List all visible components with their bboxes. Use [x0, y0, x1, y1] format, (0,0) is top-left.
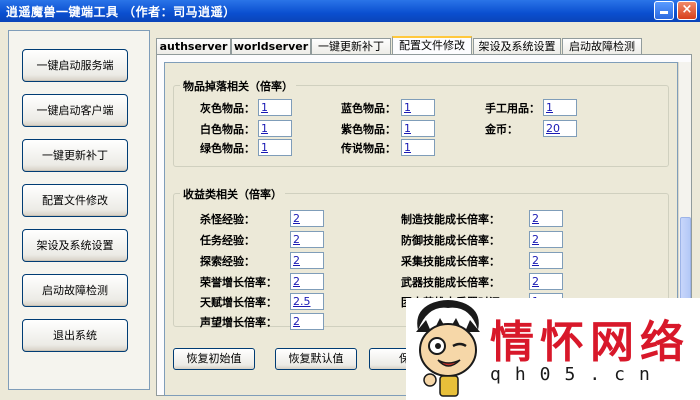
legendary-item-label: 传说物品：: [341, 142, 396, 155]
gain-rate-group-title: 收益类相关（倍率）: [180, 186, 285, 202]
window-title: 逍遥魔兽一键端工具 （作者：司马逍遥）: [6, 5, 236, 19]
talent-rate-label: 天赋增长倍率：: [200, 296, 277, 309]
explore-exp-field[interactable]: 2: [290, 252, 324, 269]
setup-settings-button[interactable]: 架设及系统设置: [22, 229, 128, 262]
blue-item-field[interactable]: 1: [401, 99, 435, 116]
honor-rate-field[interactable]: 2: [290, 273, 324, 290]
crafting-skill-field[interactable]: 2: [529, 210, 563, 227]
honor-rate-label: 荣誉增长倍率：: [200, 276, 277, 289]
start-server-button[interactable]: 一键启动服务端: [22, 49, 128, 82]
restore-default-button[interactable]: 恢复默认值: [275, 348, 357, 370]
green-item-label: 绿色物品：: [200, 142, 255, 155]
reputation-rate-field[interactable]: 2: [290, 313, 324, 330]
weapon-skill-field[interactable]: 2: [529, 273, 563, 290]
purple-item-label: 紫色物品：: [341, 123, 396, 136]
purple-item-field[interactable]: 1: [401, 120, 435, 137]
close-button[interactable]: ×: [677, 1, 697, 20]
tab-config-edit[interactable]: 配置文件修改: [392, 36, 472, 56]
update-patch-button[interactable]: 一键更新补丁: [22, 139, 128, 172]
close-icon: ×: [681, 2, 693, 17]
mascot-icon: [416, 300, 480, 397]
gold-field[interactable]: 20: [543, 120, 577, 137]
explore-exp-label: 探索经验：: [200, 255, 255, 268]
watermark-text: 情怀网络: [490, 317, 690, 368]
gathering-skill-label: 采集技能成长倍率：: [401, 255, 500, 268]
tab-setup-settings[interactable]: 架设及系统设置: [473, 38, 561, 55]
start-client-button[interactable]: 一键启动客户端: [22, 94, 128, 127]
restore-initial-button[interactable]: 恢复初始值: [173, 348, 255, 370]
quest-exp-label: 任务经验：: [200, 234, 255, 247]
gold-label: 金币：: [485, 123, 518, 136]
reputation-rate-label: 声望增长倍率：: [200, 316, 277, 329]
green-item-field[interactable]: 1: [258, 139, 292, 156]
title-bar[interactable]: 逍遥魔兽一键端工具 （作者：司马逍遥） ×: [0, 0, 700, 22]
fault-detect-button[interactable]: 启动故障检测: [22, 274, 128, 307]
defense-skill-field[interactable]: 2: [529, 231, 563, 248]
kill-exp-label: 杀怪经验：: [200, 213, 255, 226]
crafted-item-field[interactable]: 1: [543, 99, 577, 116]
app-window: 逍遥魔兽一键端工具 （作者：司马逍遥） × 一键启动服务端 一键启动客户端 一键…: [0, 0, 700, 400]
crafted-item-label: 手工用品：: [485, 102, 540, 115]
sidebar: 一键启动服务端 一键启动客户端 一键更新补丁 配置文件修改 架设及系统设置 启动…: [8, 30, 150, 390]
drop-rate-group-title: 物品掉落相关（倍率）: [180, 78, 296, 94]
tab-fault-detect[interactable]: 启动故障检测: [562, 38, 642, 55]
gray-item-label: 灰色物品：: [200, 102, 255, 115]
gathering-skill-field[interactable]: 2: [529, 252, 563, 269]
watermark-url: qh05.cn: [490, 364, 664, 385]
tab-worldserver[interactable]: worldserver: [231, 38, 311, 55]
watermark-logo: 情怀网络 qh05.cn: [406, 298, 700, 400]
gray-item-field[interactable]: 1: [258, 99, 292, 116]
talent-rate-field[interactable]: 2.5: [290, 293, 324, 310]
blue-item-label: 蓝色物品：: [341, 102, 396, 115]
minimize-icon: [660, 11, 668, 14]
weapon-skill-label: 武器技能成长倍率：: [401, 276, 500, 289]
tab-authserver[interactable]: authserver: [156, 38, 231, 55]
white-item-field[interactable]: 1: [258, 120, 292, 137]
defense-skill-label: 防御技能成长倍率：: [401, 234, 500, 247]
crafting-skill-label: 制造技能成长倍率：: [401, 213, 500, 226]
kill-exp-field[interactable]: 2: [290, 210, 324, 227]
tab-update-patch[interactable]: 一键更新补丁: [311, 38, 391, 55]
quest-exp-field[interactable]: 2: [290, 231, 324, 248]
legendary-item-field[interactable]: 1: [401, 139, 435, 156]
exit-button[interactable]: 退出系统: [22, 319, 128, 352]
white-item-label: 白色物品：: [200, 123, 255, 136]
config-edit-button[interactable]: 配置文件修改: [22, 184, 128, 217]
minimize-button[interactable]: [654, 1, 674, 20]
